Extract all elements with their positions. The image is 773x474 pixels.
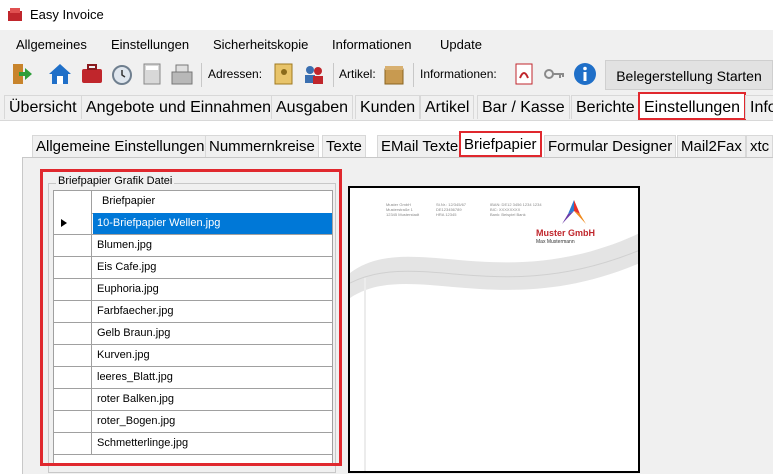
app-icon (8, 8, 22, 21)
title-bar: Easy Invoice (0, 0, 773, 30)
menu-einstellungen[interactable]: Einstellungen (111, 37, 189, 52)
tab-einstellungen[interactable]: Einstellungen (638, 92, 747, 120)
subtab-xtc[interactable]: xtc (746, 135, 773, 157)
preview-company-name: Muster GmbH (536, 228, 596, 238)
briefcase-icon[interactable] (80, 62, 104, 86)
tab-uebersicht[interactable]: Übersicht (4, 95, 82, 119)
subtab-allgemeine-einstellungen[interactable]: Allgemeine Einstellungen (32, 135, 209, 157)
logo-icon (562, 200, 586, 224)
menu-bar: Allgemeines Einstellungen Sicherheitskop… (0, 32, 773, 58)
alarm-clock-icon[interactable] (110, 62, 134, 86)
pdf-icon[interactable] (512, 62, 536, 86)
tab-kunden[interactable]: Kunden (355, 95, 421, 119)
toolbar-separator (333, 63, 334, 87)
belegerstellung-starten-button[interactable]: Belegerstellung Starten (605, 60, 773, 90)
preview-tax-block: St.Nr.: 12/345/67 DE123456789 HRA 12345 (436, 202, 467, 217)
key-icon[interactable] (542, 62, 566, 86)
subtab-texte[interactable]: Texte (322, 135, 366, 157)
tab-ausgaben[interactable]: Ausgaben (271, 95, 354, 119)
window-title: Easy Invoice (30, 7, 104, 22)
menu-informationen[interactable]: Informationen (332, 37, 412, 52)
informationen-label: Informationen: (420, 67, 497, 81)
preview-sender-block: Muster GmbH Musterstraße 1 12345 Mustersta… (386, 202, 420, 217)
preview-person-name: Max Mustermann (536, 239, 575, 245)
subtab-email-texte[interactable]: EMail Texte (377, 135, 463, 157)
menu-allgemeines[interactable]: Allgemeines (16, 37, 87, 52)
adressen-label: Adressen: (208, 67, 263, 81)
toolbar-separator (413, 63, 414, 87)
main-tabs: Übersicht Angebote und Einnahmen Ausgabe… (0, 92, 773, 120)
artikel-label: Artikel: (339, 67, 376, 81)
preview-bank-block: IBAN: DE12 3456 1234 1234 BIC: XXXXXXXX Ba… (490, 202, 542, 217)
cash-register-icon[interactable] (170, 62, 194, 86)
calculator-icon[interactable] (140, 62, 164, 86)
article-box-icon[interactable] (382, 62, 406, 86)
menu-update[interactable]: Update (440, 37, 482, 52)
address-book-icon[interactable] (272, 62, 296, 86)
subtab-mail2fax[interactable]: Mail2Fax (677, 135, 746, 157)
subtab-briefpapier[interactable]: Briefpapier (459, 131, 542, 157)
contacts-icon[interactable] (302, 62, 326, 86)
subtab-formular-designer[interactable]: Formular Designer (544, 135, 677, 157)
letterhead-preview: Muster GmbH Musterstraße 1 12345 Mustersta… (348, 186, 640, 473)
tab-artikel[interactable]: Artikel (420, 95, 475, 119)
tab-bar-kasse[interactable]: Bar / Kasse (477, 95, 570, 119)
menu-sicherheitskopie[interactable]: Sicherheitskopie (213, 37, 308, 52)
highlight-box (40, 169, 342, 466)
tab-angebote-einnahmen[interactable]: Angebote und Einnahmen (81, 95, 277, 119)
exit-door-icon[interactable] (10, 62, 34, 86)
info-icon[interactable] (573, 62, 597, 86)
toolbar-separator (201, 63, 202, 87)
home-icon[interactable] (48, 62, 72, 86)
subtab-nummernkreise[interactable]: Nummernkreise (205, 135, 319, 157)
tab-info[interactable]: Info (745, 95, 773, 119)
tab-berichte[interactable]: Berichte (571, 95, 640, 119)
